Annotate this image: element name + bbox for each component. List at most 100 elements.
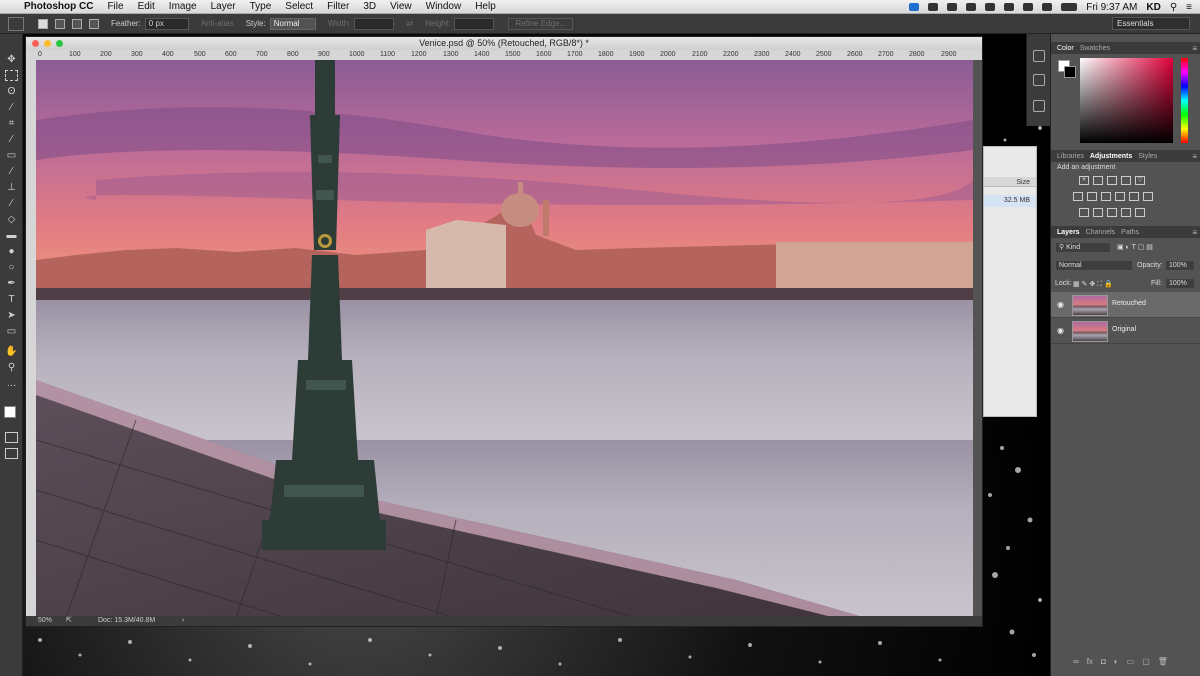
layer-filter-icons[interactable]: ▣ ◐ T ▢ ▤	[1117, 243, 1153, 251]
info-panel-icon[interactable]	[1033, 100, 1045, 112]
color-fg-bg-swatches[interactable]	[1058, 60, 1076, 78]
antialias-checkbox[interactable]: Anti-alias	[201, 19, 234, 28]
foreground-color-swatch[interactable]	[4, 406, 16, 418]
vertical-ruler[interactable]	[26, 50, 36, 618]
marquee-tool-preset-icon[interactable]	[8, 16, 24, 31]
record-icon[interactable]	[966, 3, 977, 11]
tab-color[interactable]: Color	[1057, 45, 1074, 52]
add-to-selection-icon[interactable]	[55, 18, 65, 29]
filter-kind-select[interactable]: ⚲ Kind	[1055, 242, 1111, 253]
menu-filter[interactable]: Filter	[327, 1, 349, 12]
history-panel-icon[interactable]	[1033, 50, 1045, 62]
menubar-user[interactable]: KD	[1146, 2, 1160, 13]
marquee-tool-icon[interactable]	[5, 70, 18, 81]
clone-stamp-tool-icon[interactable]: ⊥	[5, 182, 18, 193]
panel-menu-icon[interactable]: ≡	[1192, 44, 1197, 53]
selective-color-icon[interactable]	[1121, 208, 1131, 217]
zoom-level[interactable]: 50%	[38, 616, 52, 626]
battery-icon[interactable]	[1061, 3, 1078, 11]
style-select[interactable]: Normal	[269, 17, 316, 30]
menu-select[interactable]: Select	[285, 1, 313, 12]
brightness-icon[interactable]: ☀	[1079, 176, 1089, 185]
tab-styles[interactable]: Styles	[1138, 153, 1157, 160]
menu-help[interactable]: Help	[475, 1, 496, 12]
eyedropper-tool-icon[interactable]: ⁄	[5, 134, 18, 145]
menu-view[interactable]: View	[390, 1, 412, 12]
minimize-window-icon[interactable]	[44, 40, 51, 47]
new-layer-icon[interactable]: ▢	[1142, 657, 1150, 666]
hue-slider[interactable]	[1181, 58, 1188, 143]
opacity-input[interactable]: 100%	[1165, 260, 1195, 271]
layer-row[interactable]: ◉ Retouched	[1051, 292, 1200, 318]
menu-image[interactable]: Image	[169, 1, 197, 12]
zoom-window-icon[interactable]	[56, 40, 63, 47]
new-adjustment-icon[interactable]: ◐	[1114, 657, 1119, 666]
menu-type[interactable]: Type	[250, 1, 272, 12]
spotlight-search-icon[interactable]: ⚲	[1170, 2, 1177, 13]
quick-mask-icon[interactable]	[5, 432, 18, 443]
cloud-icon[interactable]	[928, 3, 939, 11]
posterize-icon[interactable]	[1093, 208, 1103, 217]
properties-panel-icon[interactable]	[1033, 74, 1045, 86]
zoom-tool-icon[interactable]: ⚲	[5, 362, 18, 373]
visibility-eye-icon[interactable]: ◉	[1057, 300, 1066, 309]
exposure-icon[interactable]	[1121, 176, 1131, 185]
path-selection-tool-icon[interactable]: ➤	[5, 310, 18, 321]
fill-input[interactable]: 100%	[1165, 278, 1195, 289]
share-icon[interactable]: ⇱	[66, 616, 72, 626]
history-brush-tool-icon[interactable]: ⁄	[5, 198, 18, 209]
blend-mode-select[interactable]: Normal	[1055, 260, 1133, 271]
lasso-tool-icon[interactable]: ʘ	[5, 86, 18, 97]
color-balance-icon[interactable]	[1087, 192, 1097, 201]
crop-tool-icon[interactable]: ⌗	[5, 118, 18, 129]
more-tools-icon[interactable]: …	[5, 378, 18, 389]
rectangle-tool-icon[interactable]: ▭	[5, 326, 18, 337]
tab-channels[interactable]: Channels	[1086, 229, 1116, 236]
panel-menu-icon[interactable]: ≡	[1192, 152, 1197, 161]
layer-row[interactable]: ◉ Original	[1051, 318, 1200, 344]
menu-window[interactable]: Window	[426, 1, 462, 12]
feather-input[interactable]: 0 px	[144, 17, 189, 30]
menu-layer[interactable]: Layer	[211, 1, 236, 12]
width-input[interactable]	[354, 17, 395, 30]
move-tool-icon[interactable]: ✥	[5, 54, 18, 65]
gradient-tool-icon[interactable]: ▬	[5, 230, 18, 241]
screen-mode-icon[interactable]	[5, 448, 18, 459]
eraser-tool-icon[interactable]: ◇	[5, 214, 18, 225]
color-picker-field[interactable]	[1080, 58, 1173, 143]
dodge-tool-icon[interactable]: ○	[5, 262, 18, 273]
photo-filter-icon[interactable]	[1115, 192, 1125, 201]
add-mask-icon[interactable]: ◘	[1101, 657, 1106, 666]
tab-paths[interactable]: Paths	[1121, 229, 1139, 236]
blur-tool-icon[interactable]: ●	[5, 246, 18, 257]
tab-layers[interactable]: Layers	[1057, 229, 1080, 236]
notification-center-icon[interactable]: ≡	[1186, 2, 1192, 13]
display-icon[interactable]	[947, 3, 958, 11]
brush-tool-icon[interactable]: ⁄	[5, 166, 18, 177]
black-white-icon[interactable]	[1101, 192, 1111, 201]
volume-icon[interactable]	[1042, 3, 1053, 11]
document-canvas[interactable]	[36, 60, 973, 618]
color-lookup-icon[interactable]	[1143, 192, 1153, 201]
layer-style-icon[interactable]: fx	[1087, 657, 1093, 666]
menu-file[interactable]: File	[107, 1, 123, 12]
dropbox-icon[interactable]	[909, 3, 920, 11]
gradient-map-icon[interactable]	[1135, 208, 1145, 217]
pen-tool-icon[interactable]: ✒	[5, 278, 18, 289]
status-menu-arrow-icon[interactable]: ›	[182, 616, 184, 626]
hue-saturation-icon[interactable]	[1073, 192, 1083, 201]
bluetooth-icon[interactable]	[1004, 3, 1015, 11]
channel-mixer-icon[interactable]	[1129, 192, 1139, 201]
vibrance-icon[interactable]: ▽	[1135, 176, 1145, 185]
intersect-selection-icon[interactable]	[89, 18, 99, 29]
visibility-eye-icon[interactable]: ◉	[1057, 326, 1066, 335]
wifi-icon[interactable]	[1023, 3, 1034, 11]
panel-menu-icon[interactable]: ≡	[1192, 228, 1197, 237]
new-selection-icon[interactable]	[38, 18, 48, 29]
lock-icons[interactable]: ▦ ✎ ✥ ⛶ 🔒	[1073, 280, 1113, 289]
quick-select-tool-icon[interactable]: ⁄	[5, 102, 18, 113]
refine-edge-button[interactable]: Refine Edge...	[508, 17, 574, 30]
type-tool-icon[interactable]: T	[5, 294, 18, 305]
menu-edit[interactable]: Edit	[138, 1, 155, 12]
app-menu[interactable]: Photoshop CC	[24, 1, 93, 12]
